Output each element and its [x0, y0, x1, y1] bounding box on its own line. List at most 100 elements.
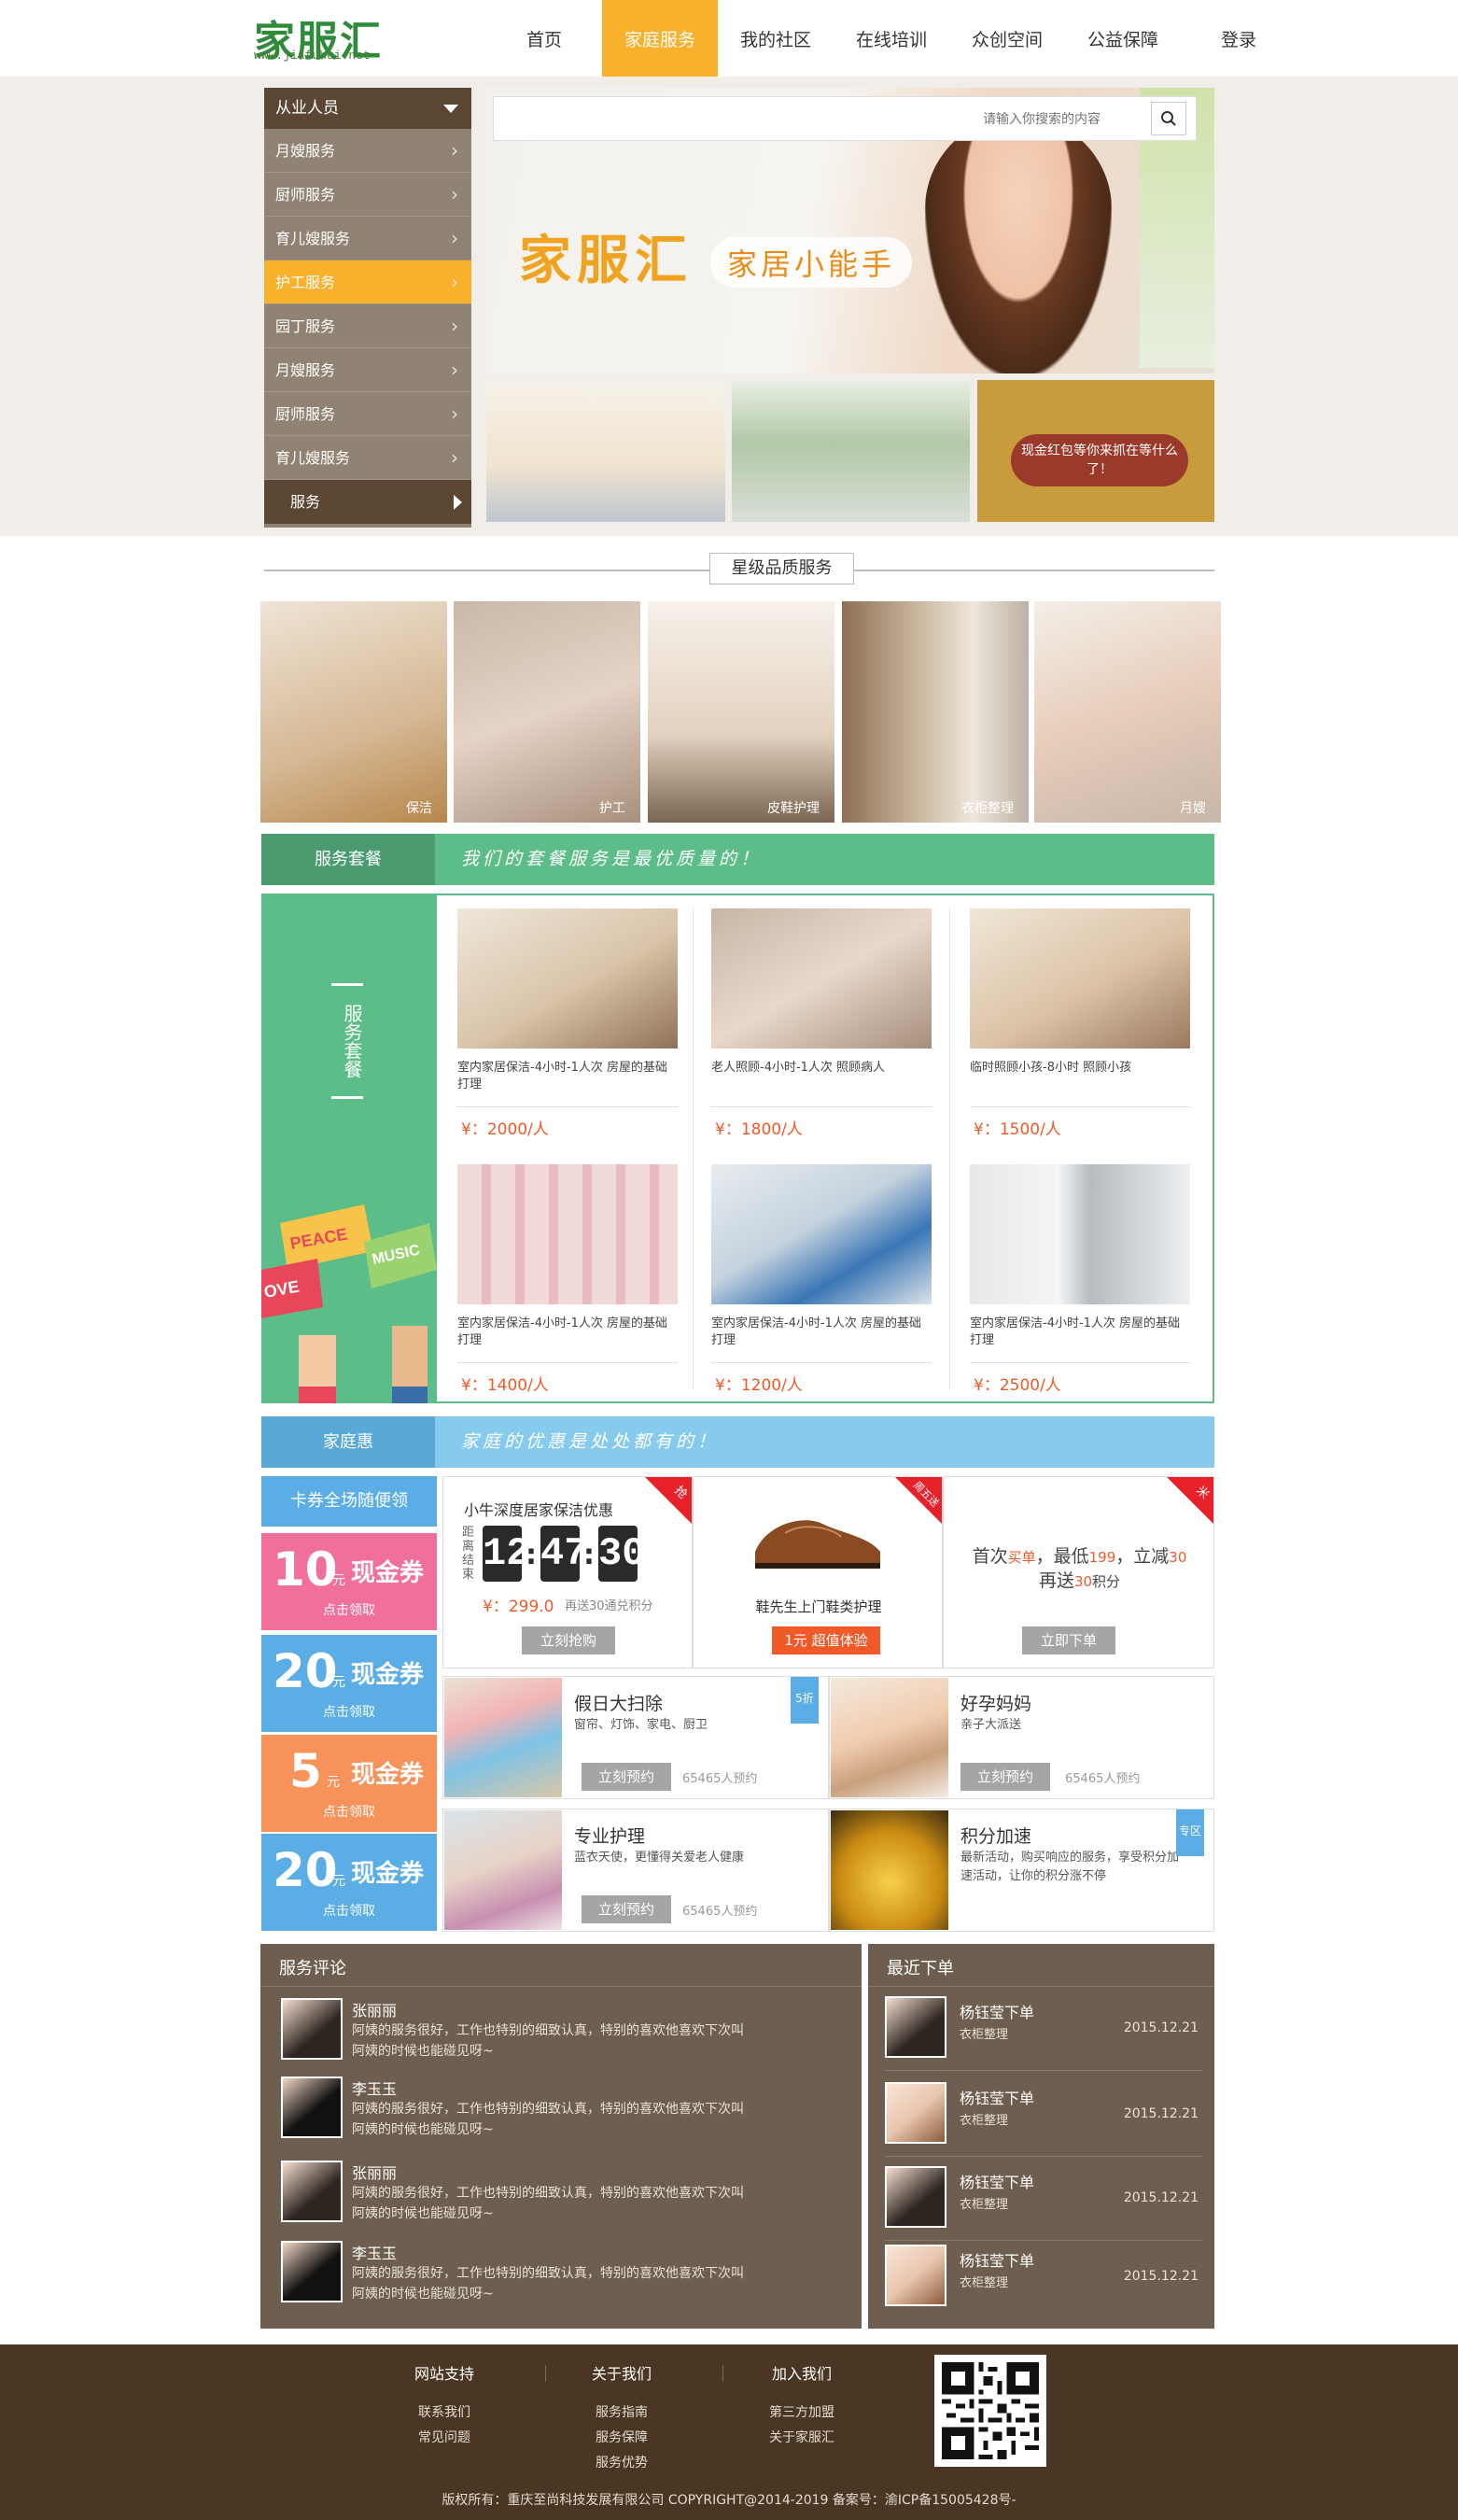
footer-col-join: 加入我们 第三方加盟 关于家服汇 [727, 2361, 876, 2451]
nav-community[interactable]: 我的社区 [718, 0, 834, 77]
service-label: 保洁 [406, 801, 432, 816]
package-desc: 室内家居保洁-4小时-1人次 房屋的基础打理 [457, 1316, 668, 1347]
order-item[interactable]: 杨钰莹下单 衣柜整理 2015.12.21 [885, 2245, 1202, 2319]
package-card[interactable]: 室内家居保洁-4小时-1人次 房屋的基础打理 ¥：2500/人 [970, 1164, 1194, 1395]
order-now-button[interactable]: 立即下单 [1022, 1626, 1115, 1654]
coupon-header: 卡券全场随便领 [261, 1476, 437, 1527]
package-price: ¥：1200/人 [715, 1376, 803, 1395]
chevron-right-icon: › [451, 271, 458, 293]
coupon-amount: 10 [273, 1542, 338, 1597]
sidebar-item-label: 育儿嫂服务 [275, 449, 351, 467]
review-item[interactable]: 李玉玉 阿姨的服务很好，工作也特别的细致认真，特别的喜欢他喜欢下次叫阿姨的时候也… [281, 2241, 841, 2312]
footer-link[interactable]: 关于家服汇 [727, 2426, 876, 2451]
nav-cowork[interactable]: 众创空间 [949, 0, 1065, 77]
nav-family-service[interactable]: 家庭服务 [602, 0, 718, 77]
caret-right-icon [454, 495, 462, 510]
promo-tile-cleaning: 假日大扫除 窗帘、灯饰、家电、厨卫 立刻预约 65465人预约 5折 [442, 1676, 829, 1799]
coupon-action[interactable]: 点击领取 [261, 1802, 437, 1821]
sidebar-item[interactable]: 月嫂服务 › [264, 348, 471, 392]
book-button[interactable]: 立刻预约 [960, 1763, 1050, 1791]
book-button[interactable]: 立刻预约 [582, 1895, 671, 1923]
try-button[interactable]: 1元 超值体验 [772, 1626, 880, 1654]
footer-link[interactable]: 联系我们 [370, 2400, 519, 2426]
service-card-closet[interactable]: 衣柜整理 [842, 601, 1029, 823]
service-card-cleaning[interactable]: 保洁 [260, 601, 447, 823]
footer-link[interactable]: 服务保障 [547, 2426, 696, 2451]
chevron-right-icon: › [451, 183, 458, 205]
review-item[interactable]: 张丽丽 阿姨的服务很好，工作也特别的细致认真，特别的喜欢他喜欢下次叫阿姨的时候也… [281, 2161, 841, 2231]
nav-home[interactable]: 首页 [486, 0, 602, 77]
nav-login[interactable]: 登录 [1181, 0, 1297, 77]
promo-thumb-red-envelope[interactable]: 现金红包等你来抓在等什么了！ [977, 380, 1214, 522]
sidebar-item-active[interactable]: 护工服务 › [264, 260, 471, 304]
order-date: 2015.12.21 [1123, 2020, 1199, 2035]
coupon-unit: 元 [327, 1775, 340, 1790]
package-price: ¥：1800/人 [715, 1120, 803, 1139]
nav-training[interactable]: 在线培训 [834, 0, 949, 77]
package-card[interactable]: 室内家居保洁-4小时-1人次 房屋的基础打理 ¥：1200/人 [711, 1164, 935, 1395]
coupon-20[interactable]: 20 元 现金券 点击领取 [261, 1635, 437, 1732]
package-separator [711, 1362, 932, 1363]
coupon-unit: 元 [332, 1675, 345, 1690]
buy-now-button[interactable]: 立刻抢购 [522, 1626, 615, 1654]
package-price: ¥：1500/人 [974, 1120, 1061, 1139]
order-item[interactable]: 杨钰莹下单 衣柜整理 2015.12.21 [885, 1996, 1202, 2071]
sidebar-item[interactable]: 园丁服务 › [264, 304, 471, 348]
site-url: www.jiafuhui.net [254, 49, 371, 63]
order-name: 杨钰莹下单 [960, 2174, 1035, 2191]
footer-link[interactable]: 第三方加盟 [727, 2400, 876, 2426]
coupon-5[interactable]: 5 元 现金券 点击领取 [261, 1735, 437, 1832]
order-date: 2015.12.21 [1123, 2269, 1199, 2284]
family-header-bar: 家庭惠 家庭的优惠是处处都有的！ [261, 1416, 1214, 1468]
search-input[interactable] [503, 105, 1101, 133]
coupon-name: 现金券 [351, 1761, 425, 1789]
coupon-action[interactable]: 点击领取 [261, 1600, 437, 1619]
avatar [885, 2166, 946, 2228]
coupon-10[interactable]: 10 元 现金券 点击领取 [261, 1533, 437, 1630]
promo-thumb-money-tree[interactable] [732, 380, 970, 522]
sidebar-item-label: 园丁服务 [275, 317, 336, 335]
package-card[interactable]: 室内家居保洁-4小时-1人次 房屋的基础打理 ¥：2000/人 [457, 908, 681, 1139]
review-item[interactable]: 张丽丽 阿姨的服务很好，工作也特别的细致认真，特别的喜欢他喜欢下次叫阿姨的时候也… [281, 1998, 841, 2069]
avatar [281, 1998, 343, 2060]
package-card[interactable]: 室内家居保洁-4小时-1人次 房屋的基础打理 ¥：1400/人 [457, 1164, 681, 1395]
package-separator [457, 1362, 678, 1363]
review-item[interactable]: 李玉玉 阿姨的服务很好，工作也特别的细致认真，特别的喜欢他喜欢下次叫阿姨的时候也… [281, 2077, 841, 2147]
review-text: 阿姨的服务很好，工作也特别的细致认真，特别的喜欢他喜欢下次叫阿姨的时候也能碰见呀… [352, 2266, 744, 2302]
book-button[interactable]: 立刻预约 [582, 1763, 671, 1791]
promo-thumb-mother-child[interactable] [486, 380, 725, 522]
footer-link[interactable]: 服务优势 [547, 2451, 696, 2476]
sidebar-item[interactable]: 月嫂服务 › [264, 129, 471, 173]
service-card-nanny[interactable]: 月嫂 [1034, 601, 1221, 823]
highlight: 30 [1073, 1573, 1093, 1590]
service-card-care[interactable]: 护工 [454, 601, 640, 823]
nav-welfare[interactable]: 公益保障 [1065, 0, 1181, 77]
footer-link[interactable]: 服务指南 [547, 2400, 696, 2426]
search-icon [1161, 111, 1176, 126]
sidebar-item[interactable]: 育儿嫂服务 › [264, 217, 471, 260]
package-card[interactable]: 老人照顾-4小时-1人次 照顾病人 ¥：1800/人 [711, 908, 935, 1139]
service-card-shoe[interactable]: 皮鞋护理 [648, 601, 834, 823]
sidebar-item[interactable]: 厨师服务 › [264, 392, 471, 436]
promo-tile-nursing: 专业护理 蓝衣天使，更懂得关爱老人健康 立刻预约 65465人预约 [442, 1809, 829, 1932]
qr-code [934, 2355, 1046, 2467]
order-item[interactable]: 杨钰莹下单 衣柜整理 2015.12.21 [885, 2082, 1202, 2157]
countdown-hours: 12 [483, 1526, 529, 1582]
sidebar-header[interactable]: 从业人员 [264, 88, 471, 129]
package-slogan: 我们的套餐服务是最优质量的！ [461, 849, 763, 869]
coupon-action[interactable]: 点击领取 [261, 1901, 437, 1920]
chevron-right-icon: › [451, 402, 458, 425]
sidebar-item[interactable]: 育儿嫂服务 › [264, 436, 471, 480]
coupon-20b[interactable]: 20 元 现金券 点击领取 [261, 1834, 437, 1931]
coupon-action[interactable]: 点击领取 [261, 1702, 437, 1721]
tile-title: 专业护理 [574, 1826, 646, 1847]
sidebar-footer[interactable]: 服务 [264, 480, 471, 524]
footer-link[interactable]: 常见问题 [370, 2426, 519, 2451]
main-nav: 首页 家庭服务 我的社区 在线培训 众创空间 公益保障 登录 [486, 0, 1297, 77]
package-card[interactable]: 临时照顾小孩-8小时 照顾小孩 ¥：1500/人 [970, 908, 1194, 1139]
search-button[interactable] [1151, 102, 1186, 135]
sidebar-item[interactable]: 厨师服务 › [264, 173, 471, 217]
package-tab[interactable]: 服务套餐 [261, 834, 435, 885]
family-tab[interactable]: 家庭惠 [261, 1416, 435, 1468]
order-item[interactable]: 杨钰莹下单 衣柜整理 2015.12.21 [885, 2166, 1202, 2241]
